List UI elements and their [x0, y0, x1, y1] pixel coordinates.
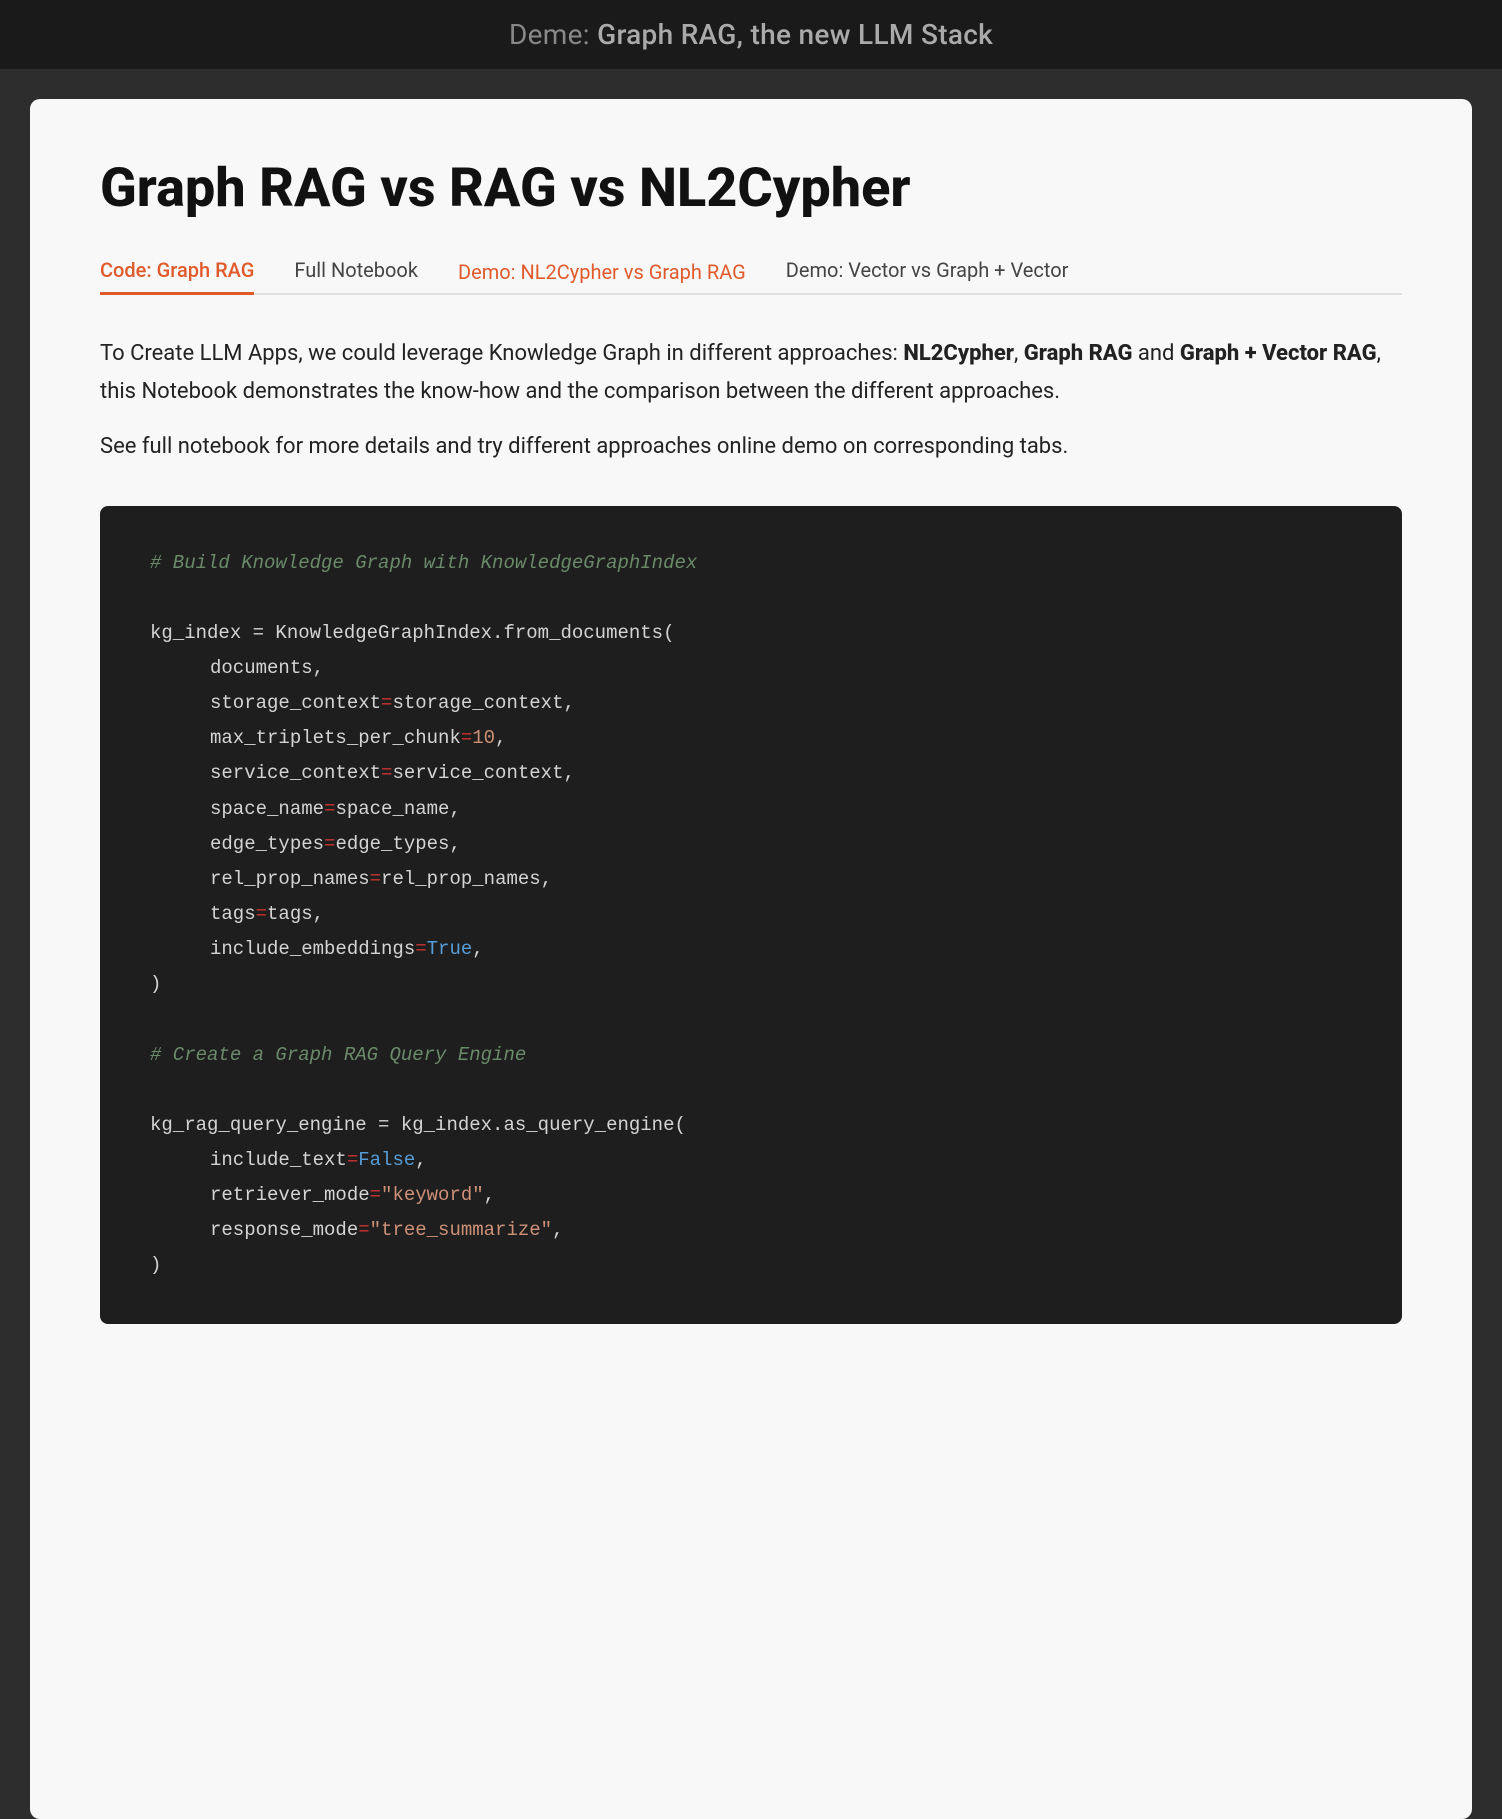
code-comment-2: # Create a Graph RAG Query Engine	[150, 1038, 1352, 1073]
code-blank-2	[150, 1002, 1352, 1037]
tab-code-graph-rag[interactable]: Code: Graph RAG	[100, 248, 254, 295]
code-space-key: space_name	[210, 798, 324, 820]
code-storage-key: storage_context	[210, 692, 381, 714]
tab-full-notebook[interactable]: Full Notebook	[294, 248, 418, 295]
code-include-val: False	[358, 1149, 415, 1171]
code-kg-index: kg_index = KnowledgeGraphIndex.from_docu…	[150, 622, 675, 644]
code-line-14: response_mode="tree_summarize",	[150, 1213, 1352, 1248]
code-rel-key: rel_prop_names	[210, 868, 370, 890]
code-line-4: max_triplets_per_chunk=10,	[150, 721, 1352, 756]
code-line-2: documents,	[150, 651, 1352, 686]
top-bar-prefix: Deme:	[509, 18, 597, 51]
description-bold-graphrag: Graph RAG	[1024, 341, 1133, 366]
code-line-6: space_name=space_name,	[150, 792, 1352, 827]
code-rel-val: rel_prop_names	[381, 868, 541, 890]
code-close-1: )	[150, 967, 1352, 1002]
code-embeddings-val: True	[427, 938, 473, 960]
code-embeddings-key: include_embeddings	[210, 938, 415, 960]
code-max-val: 10	[472, 727, 495, 749]
tabs-navigation: Code: Graph RAG Full Notebook Demo: NL2C…	[100, 248, 1402, 295]
code-block: # Build Knowledge Graph with KnowledgeGr…	[100, 506, 1402, 1324]
code-tags-val: tags	[267, 903, 313, 925]
code-retriever-val: "keyword"	[381, 1184, 484, 1206]
code-space-val: space_name	[335, 798, 449, 820]
description-comma1: ,	[1014, 341, 1024, 366]
code-line-1: kg_index = KnowledgeGraphIndex.from_docu…	[150, 616, 1352, 651]
code-line-11: kg_rag_query_engine = kg_index.as_query_…	[150, 1108, 1352, 1143]
code-line-10: include_embeddings=True,	[150, 932, 1352, 967]
description-paragraph1: To Create LLM Apps, we could leverage Kn…	[100, 335, 1402, 410]
code-line-13: retriever_mode="keyword",	[150, 1178, 1352, 1213]
description-and: and	[1132, 341, 1179, 366]
tab-demo-vector[interactable]: Demo: Vector vs Graph + Vector	[786, 248, 1069, 295]
description-bold-nl2cypher: NL2Cypher	[903, 341, 1014, 366]
description-text-start: To Create LLM Apps, we could leverage Kn…	[100, 341, 903, 366]
code-line-7: edge_types=edge_types,	[150, 827, 1352, 862]
description-paragraph2: See full notebook for more details and t…	[100, 428, 1402, 465]
code-edge-val: edge_types	[335, 833, 449, 855]
code-service-key: service_context	[210, 762, 381, 784]
code-storage-val: storage_context	[392, 692, 563, 714]
code-comment-1: # Build Knowledge Graph with KnowledgeGr…	[150, 546, 1352, 581]
description-bold-graphvector: Graph + Vector RAG	[1180, 341, 1377, 366]
code-tags-key: tags	[210, 903, 256, 925]
code-edge-key: edge_types	[210, 833, 324, 855]
code-query-engine: kg_rag_query_engine = kg_index.as_query_…	[150, 1114, 686, 1136]
code-retriever-key: retriever_mode	[210, 1184, 370, 1206]
code-blank-3	[150, 1073, 1352, 1108]
code-line-9: tags=tags,	[150, 897, 1352, 932]
code-line-5: service_context=service_context,	[150, 756, 1352, 791]
code-response-key: response_mode	[210, 1219, 358, 1241]
code-include-key: include_text	[210, 1149, 347, 1171]
code-max-key: max_triplets_per_chunk	[210, 727, 461, 749]
top-bar: Deme: Graph RAG, the new LLM Stack	[0, 0, 1502, 69]
top-bar-title: Graph RAG, the new LLM Stack	[597, 18, 993, 51]
code-response-val: "tree_summarize"	[370, 1219, 552, 1241]
page-title: Graph RAG vs RAG vs NL2Cypher	[100, 159, 1402, 218]
code-line-12: include_text=False,	[150, 1143, 1352, 1178]
tab-demo-nl2cypher[interactable]: Demo: NL2Cypher vs Graph RAG	[458, 250, 746, 294]
code-service-val: service_context	[392, 762, 563, 784]
main-container: Graph RAG vs RAG vs NL2Cypher Code: Grap…	[30, 99, 1472, 1819]
code-blank-1	[150, 581, 1352, 616]
code-line-3: storage_context=storage_context,	[150, 686, 1352, 721]
code-close-2: )	[150, 1248, 1352, 1283]
code-line-8: rel_prop_names=rel_prop_names,	[150, 862, 1352, 897]
